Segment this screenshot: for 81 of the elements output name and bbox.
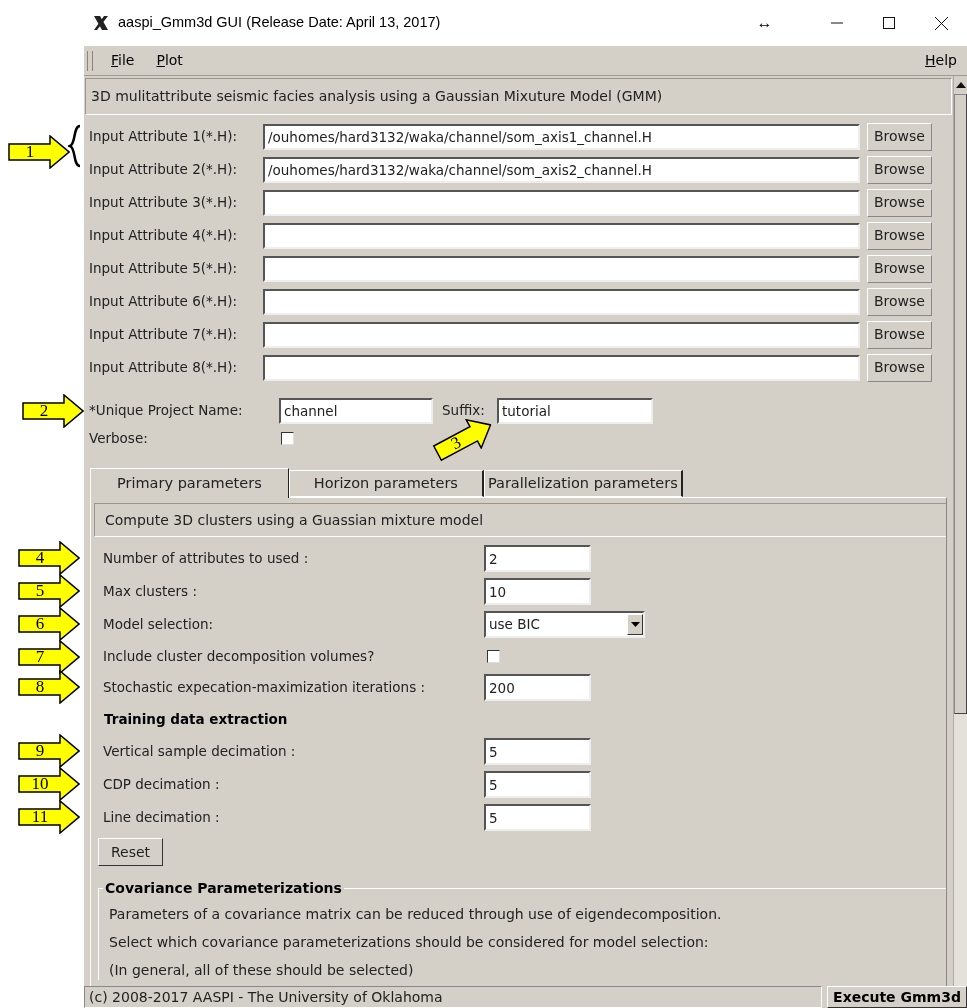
dropdown[interactable]: use BIC: [484, 611, 645, 638]
field-label: Input Attribute 5(*.H):: [88, 259, 238, 279]
menu-item[interactable]: Plot: [152, 50, 187, 71]
callout-arrow: 8: [18, 670, 80, 704]
callout-arrow: 10: [18, 767, 80, 801]
description-text: 3D mulitattribute seismic facies analysis using a Gaussian Mixuture Model (GMM): [85, 78, 952, 115]
field-label: Input Attribute 3(*.H):: [88, 193, 238, 213]
checkbox[interactable]: [487, 649, 500, 663]
brace-icon: [68, 124, 82, 168]
tab[interactable]: Horizon parameters: [288, 470, 484, 497]
field-label: *Unique Project Name:: [88, 401, 244, 421]
x-logo-icon: [92, 14, 110, 32]
text-field[interactable]: /ouhomes/hard3132/waka/channel/som_axis1_channel.H: [263, 123, 860, 150]
text-field[interactable]: 200: [484, 674, 591, 701]
tab[interactable]: Parallelization parameters: [483, 470, 683, 497]
resize-icon: ↔: [756, 11, 773, 35]
info-text: Select which covariance parameterizations should be considered for model selection:: [109, 933, 710, 952]
text-field[interactable]: 2: [484, 545, 591, 572]
status-text: (c) 2008-2017 AASPI - The University of Oklahoma: [84, 986, 822, 1008]
field-label: Input Attribute 1(*.H):: [88, 127, 238, 147]
browse-button[interactable]: Browse: [867, 188, 932, 217]
text-field[interactable]: 5: [484, 738, 591, 765]
browse-button[interactable]: Browse: [867, 353, 932, 382]
field-label: Input Attribute 4(*.H):: [88, 226, 238, 246]
field-label: Max clusters :: [102, 582, 198, 602]
field-label: CDP decimation :: [102, 775, 221, 795]
execute-button[interactable]: Execute Gmm3d: [827, 986, 967, 1008]
text-field[interactable]: 5: [484, 804, 591, 831]
field-label: Vertical sample decimation :: [102, 742, 297, 762]
field-label: Line decimation :: [102, 808, 221, 828]
browse-button[interactable]: Browse: [867, 254, 932, 283]
field-label: Number of attributes to used :: [102, 549, 310, 569]
field-label: Stochastic expecation-maximization iterations :: [102, 678, 426, 698]
callout-arrow: 11: [18, 800, 80, 834]
section-heading: Training data extraction: [103, 710, 288, 730]
text-field[interactable]: [263, 354, 860, 381]
text-field[interactable]: 5: [484, 771, 591, 798]
description-text: Compute 3D clusters using a Guassian mixture model: [94, 503, 946, 537]
menu-item[interactable]: File: [107, 50, 139, 71]
text-field[interactable]: [263, 288, 860, 315]
callout-arrow: 4: [18, 541, 80, 575]
field-label: Include cluster decomposition volumes?: [102, 646, 376, 666]
checkbox[interactable]: [281, 431, 294, 445]
reset-button[interactable]: Reset: [98, 838, 163, 866]
callout-arrow: 5: [18, 574, 80, 608]
field-label: Input Attribute 6(*.H):: [88, 292, 238, 312]
text-field[interactable]: 10: [484, 578, 591, 605]
scrollbar[interactable]: [953, 76, 967, 986]
grip-handle[interactable]: [87, 50, 93, 71]
callout-arrow: 6: [18, 607, 80, 641]
text-field[interactable]: [263, 321, 860, 348]
field-label: Model selection:: [102, 615, 215, 635]
field-label: Verbose:: [88, 428, 149, 448]
browse-button[interactable]: Browse: [867, 155, 932, 184]
info-text: Parameters of a covariance matrix can be reduced through use of eigendecomposition.: [109, 905, 723, 924]
browse-button[interactable]: Browse: [867, 221, 932, 250]
browse-button[interactable]: Browse: [867, 122, 932, 151]
scroll-up-icon: [955, 82, 966, 88]
info-text: (In general, all of these should be selected): [109, 961, 415, 980]
text-field[interactable]: [263, 222, 860, 249]
field-label: Input Attribute 2(*.H):: [88, 160, 238, 180]
callout-arrow: 9: [18, 734, 80, 768]
tab[interactable]: Primary parameters: [90, 468, 289, 498]
caret-icon: [630, 622, 640, 627]
text-field[interactable]: [263, 255, 860, 282]
callout-arrow: 2: [22, 394, 84, 428]
browse-button[interactable]: Browse: [867, 320, 932, 349]
callout-arrow: 7: [18, 640, 80, 674]
field-label: Suffix:: [442, 401, 486, 421]
text-field[interactable]: /ouhomes/hard3132/waka/channel/som_axis2_channel.H: [263, 156, 860, 183]
callout-arrow: 1: [8, 135, 70, 169]
field-label: Input Attribute 7(*.H):: [88, 325, 238, 345]
text-field[interactable]: [263, 189, 860, 216]
text-field[interactable]: tutorial: [497, 397, 653, 424]
maximize-icon: [883, 17, 895, 29]
field-label: Input Attribute 8(*.H):: [88, 358, 238, 378]
close-icon: [934, 16, 948, 30]
text-field[interactable]: channel: [279, 397, 433, 424]
menu-item[interactable]: Help: [921, 50, 961, 71]
window-title: aaspi_Gmm3d GUI (Release Date: April 13, 2017): [118, 13, 441, 33]
browse-button[interactable]: Browse: [867, 287, 932, 316]
